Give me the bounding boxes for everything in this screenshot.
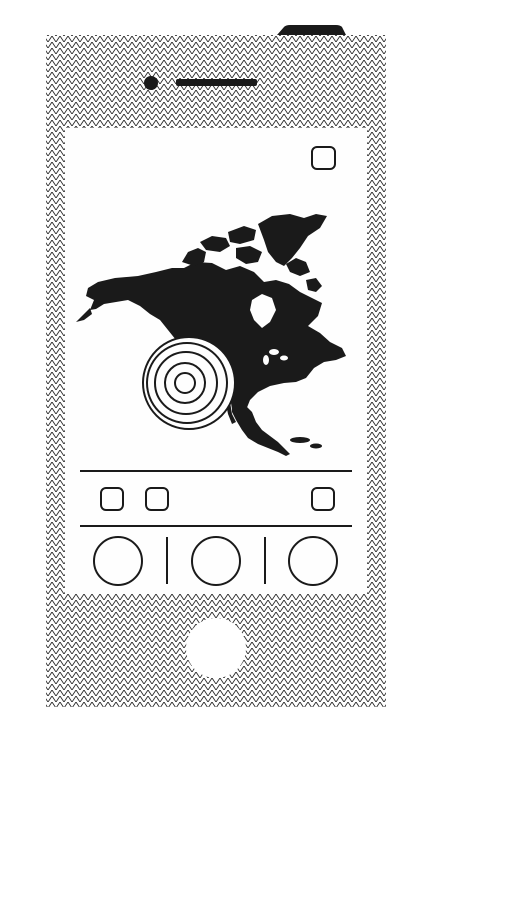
camera-dot-icon [144, 76, 158, 90]
phone-illustration [46, 25, 386, 707]
home-button-icon[interactable] [186, 618, 246, 678]
speaker-slot-icon [176, 79, 257, 86]
concentric-circles-target-icon[interactable] [142, 336, 236, 430]
power-button[interactable] [277, 25, 346, 35]
